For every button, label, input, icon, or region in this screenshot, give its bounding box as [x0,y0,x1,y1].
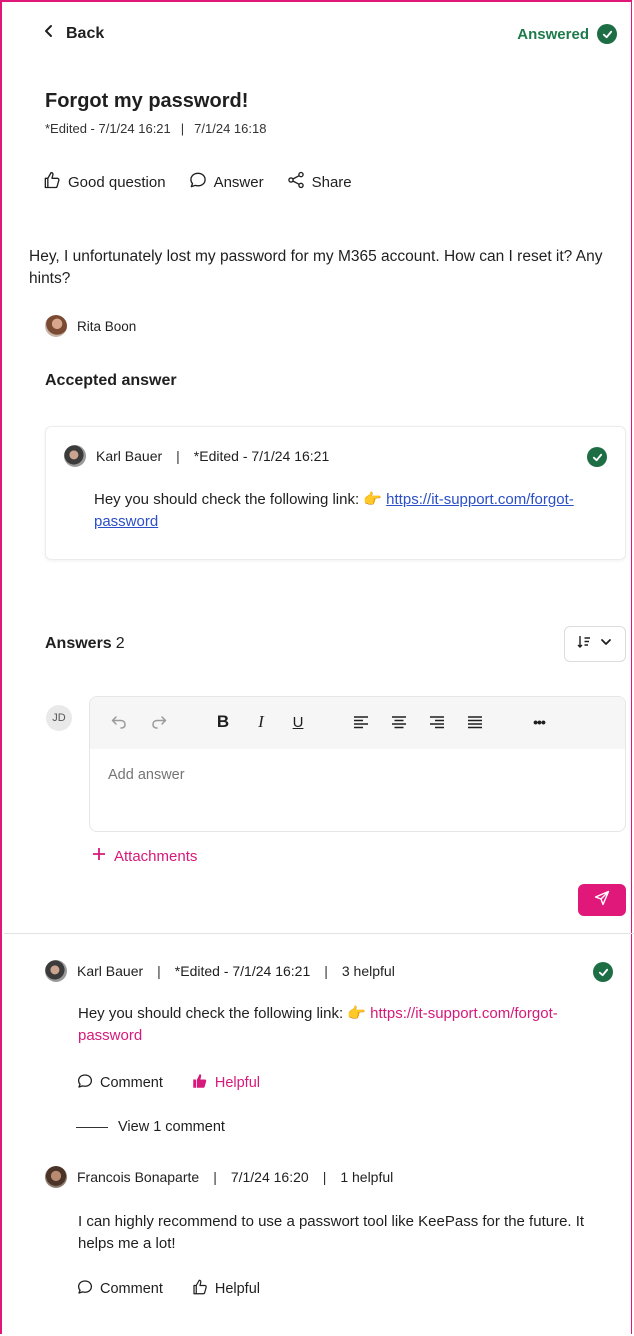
answer-text: Hey you should check the following link: [78,1005,348,1022]
divider-line [76,1126,108,1128]
answer-body: I can highly recommend to use a passwort… [78,1213,585,1252]
answer-author: Karl Bauer [77,963,144,979]
avatar [45,1166,67,1188]
thumbs-up-icon [191,1072,209,1094]
answer-author: Francois Bonaparte [77,1169,200,1185]
align-right-icon[interactable] [426,711,448,733]
avatar: JD [46,705,72,731]
helpful-button[interactable]: Helpful [191,1278,260,1300]
avatar [45,960,67,982]
align-justify-icon[interactable] [464,711,486,733]
answer-helpful-count: 1 helpful [340,1169,394,1185]
question-author-name: Rita Boon [77,318,137,334]
attachments-label: Attachments [114,847,198,865]
more-options-button[interactable]: ••• [528,711,550,733]
answer-button[interactable]: Answer [188,170,264,194]
send-icon [594,890,610,911]
meta-separator: | [176,448,180,464]
align-center-icon[interactable] [388,711,410,733]
helpful-label: Helpful [214,1075,260,1091]
accepted-answer-meta: Karl Bauer | *Edited - 7/1/24 16:21 [64,445,329,467]
question-meta: *Edited - 7/1/24 16:21 | 7/1/24 16:18 [45,121,266,136]
answer-meta: Karl Bauer | *Edited - 7/1/24 16:21 | 3 … [45,960,395,982]
undo-icon[interactable] [108,711,130,733]
good-question-button[interactable]: Good question [42,170,166,194]
view-comments-link[interactable]: View 1 comment [76,1119,225,1135]
status-label: Answered [517,25,589,43]
comment-icon [188,170,208,194]
pointing-hand-emoji: 👉 [347,1005,366,1022]
meta-separator: | [180,121,185,136]
bold-button[interactable]: B [212,711,234,733]
share-label: Share [311,173,352,191]
avatar [45,315,67,337]
chevron-left-icon [42,24,56,43]
good-question-label: Good question [68,173,166,191]
question-edited: *Edited - 7/1/24 16:21 [45,121,171,136]
accepted-answer-body: Hey you should check the following link:… [94,489,614,533]
accepted-edited: *Edited - 7/1/24 16:21 [193,448,330,464]
back-label: Back [66,24,105,42]
answer-date: 7/1/24 16:20 [230,1169,309,1185]
answers-title: Answers [45,635,112,652]
share-button[interactable]: Share [286,170,352,194]
sort-icon [577,635,591,654]
answer-label: Answer [213,173,264,191]
check-circle-icon [593,962,613,982]
accepted-text: Hey you should check the following link: [94,491,364,508]
meta-separator: | [213,1169,217,1185]
answer-edited: *Edited - 7/1/24 16:21 [174,963,311,979]
question-body: Hey, I unfortunately lost my password fo… [29,248,603,287]
send-button[interactable] [578,884,626,916]
check-circle-icon [597,24,617,44]
question-actions: Good question Answer Share [42,170,352,194]
comment-icon [76,1278,94,1300]
avatar [64,445,86,467]
question-created: 7/1/24 16:18 [194,121,267,136]
answers-heading: Answers 2 [45,635,125,653]
chevron-down-icon [599,635,613,654]
check-circle-icon [587,447,607,467]
comment-button[interactable]: Comment [76,1278,163,1300]
comment-label: Comment [100,1281,163,1297]
editor-toolbar: B I U ••• [90,697,625,749]
section-divider [4,933,634,934]
view-comments-label: View 1 comment [118,1119,225,1135]
helpful-button[interactable]: Helpful [191,1072,260,1094]
accepted-answer-heading: Accepted answer [45,372,177,389]
comment-button[interactable]: Comment [76,1072,163,1094]
answer-input[interactable] [108,767,588,783]
answer-actions: Comment Helpful [76,1278,260,1300]
answers-count: 2 [115,635,125,652]
answer-actions: Comment Helpful [76,1072,260,1094]
pointing-hand-emoji: 👉 [363,491,382,508]
attachments-button[interactable]: Attachments [92,847,197,865]
status-badge: Answered [517,24,617,44]
plus-icon [92,847,106,865]
page-frame: Back Answered Forgot my password! *Edite… [0,0,634,1334]
underline-button[interactable]: U [287,711,309,733]
question-author: Rita Boon [45,315,136,337]
meta-separator: | [157,963,161,979]
back-button[interactable]: Back [42,24,104,43]
answer-meta: Francois Bonaparte | 7/1/24 16:20 | 1 he… [45,1166,393,1188]
thumbs-up-icon [191,1278,209,1300]
meta-separator: | [322,1169,327,1185]
comment-icon [76,1072,94,1094]
comment-label: Comment [100,1075,163,1091]
meta-separator: | [324,963,328,979]
accepted-answer-card: Karl Bauer | *Edited - 7/1/24 16:21 Hey … [45,426,626,560]
accepted-author: Karl Bauer [96,448,163,464]
answer-editor: B I U ••• [89,696,626,832]
redo-icon[interactable] [148,711,170,733]
share-icon [286,170,306,194]
italic-button[interactable]: I [250,711,272,733]
thumbs-up-icon [42,170,62,194]
align-left-icon[interactable] [350,711,372,733]
answer-helpful-count: 3 helpful [341,963,395,979]
question-title: Forgot my password! [45,90,249,112]
helpful-label: Helpful [214,1281,260,1297]
answer-body: Hey you should check the following link:… [78,1003,618,1047]
sort-dropdown[interactable] [564,626,626,662]
